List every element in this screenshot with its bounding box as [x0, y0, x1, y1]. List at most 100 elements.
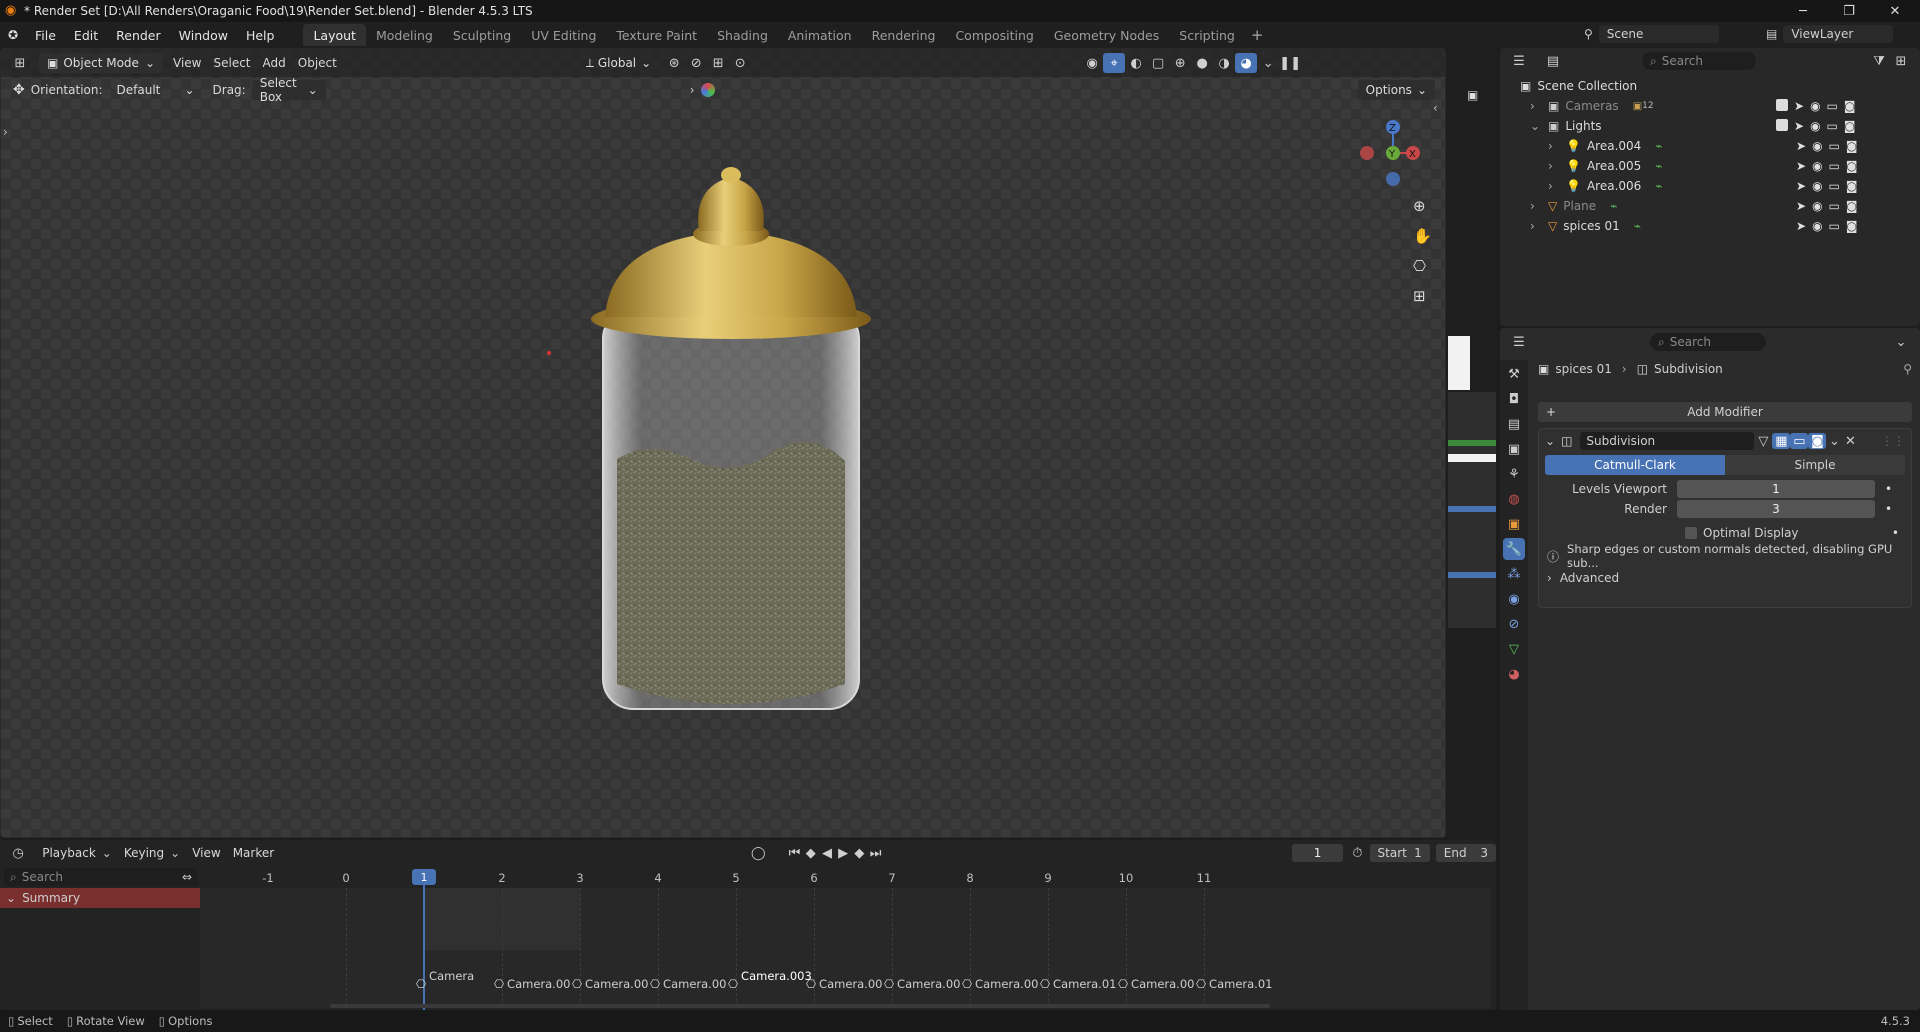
properties-search[interactable]: ⌕ Search: [1650, 333, 1766, 351]
overlay-toggle-icon[interactable]: ◐: [1125, 53, 1147, 73]
tab-animation[interactable]: Animation: [778, 24, 862, 46]
levels-viewport-field[interactable]: 1: [1677, 480, 1875, 498]
outliner-item-lights[interactable]: ⌄ ▣ Lights ➤ ◉ ▭ ◙: [1500, 116, 1920, 136]
select-arrow-icon[interactable]: ➤: [1796, 219, 1806, 233]
camera-marker[interactable]: ⎔ Camera.00: [962, 977, 1038, 991]
keyframe-dot-icon[interactable]: •: [1885, 482, 1892, 496]
tab-layout[interactable]: Layout: [303, 24, 366, 46]
outliner-item-area-004[interactable]: › 💡 Area.004 ⌁ ➤ ◉ ▭ ◙: [1500, 136, 1920, 156]
menu-help[interactable]: Help: [237, 22, 284, 48]
jump-start-icon[interactable]: ⏮: [786, 843, 802, 863]
scene-collection-row[interactable]: ▣ Scene Collection: [1500, 76, 1920, 96]
eye-icon[interactable]: ◉: [1810, 99, 1820, 113]
drag-handle-icon[interactable]: ⋮⋮: [1881, 434, 1905, 448]
start-frame-field[interactable]: Start 1: [1369, 844, 1430, 862]
advanced-section[interactable]: › Advanced: [1539, 567, 1911, 589]
on-cage-icon[interactable]: ▦: [1772, 433, 1791, 449]
timeline-menu-view[interactable]: View: [186, 846, 226, 860]
current-frame-field[interactable]: 1: [1291, 844, 1344, 862]
shading-options-icon[interactable]: ⌄: [1257, 53, 1279, 73]
camera-render-icon[interactable]: ◙: [1846, 159, 1858, 173]
material-tab-icon[interactable]: ◕: [1503, 663, 1525, 685]
image-editor-strip[interactable]: ▣: [1447, 48, 1497, 838]
edit-mode-icon[interactable]: ▽: [1754, 431, 1772, 451]
3d-viewport[interactable]: ⊞ ▣ Object Mode ⌄ View Select Add Object ⟂…: [0, 48, 1446, 838]
monitor-icon[interactable]: ▭: [1829, 219, 1840, 233]
maximize-button[interactable]: ❐: [1826, 0, 1872, 22]
particles-tab-icon[interactable]: ⁂: [1503, 563, 1525, 585]
editor-type-icon[interactable]: ☰: [1508, 51, 1530, 71]
select-arrow-icon[interactable]: ➤: [1796, 179, 1806, 193]
solid-shading-icon[interactable]: ●: [1191, 53, 1213, 73]
catmull-clark-option[interactable]: Catmull-Clark: [1545, 455, 1725, 475]
summary-channel[interactable]: ⌄ Summary: [0, 888, 200, 908]
expand-chevron-icon[interactable]: ›: [1548, 159, 1562, 173]
menu-render[interactable]: Render: [107, 22, 170, 48]
close-icon[interactable]: ✕: [1842, 431, 1858, 451]
outliner-item-plane[interactable]: › ▽ Plane ⌁ ➤ ◉ ▭ ◙: [1500, 196, 1920, 216]
scene-name[interactable]: Scene: [1598, 25, 1719, 43]
render-levels-field[interactable]: 3: [1677, 500, 1875, 518]
prev-keyframe-icon[interactable]: ◆: [803, 843, 819, 863]
render-view-icon[interactable]: ▣: [1467, 88, 1478, 102]
auto-key-icon[interactable]: ◯: [750, 843, 766, 863]
eye-icon[interactable]: ◉: [1810, 119, 1820, 133]
chevron-down-icon[interactable]: ⌄: [1826, 431, 1842, 451]
new-collection-icon[interactable]: ⊞: [1890, 51, 1912, 71]
add-workspace-icon[interactable]: +: [1251, 26, 1264, 44]
camera-marker[interactable]: ⎔ Camera.00: [806, 977, 882, 991]
expand-chevron-icon[interactable]: ›: [1530, 99, 1544, 113]
camera-marker[interactable]: ⎔ Camera.01: [1196, 977, 1272, 991]
proportional-edit-icon[interactable]: ⊙: [729, 53, 751, 73]
pause-render-icon[interactable]: ❚❚: [1279, 53, 1301, 73]
tab-uv-editing[interactable]: UV Editing: [521, 24, 606, 46]
camera-render-icon[interactable]: ◙: [1846, 199, 1858, 213]
transform-orientation-dropdown[interactable]: ⟂ Global ⌄: [578, 53, 659, 73]
jump-end-icon[interactable]: ⏭: [867, 843, 883, 863]
world-tab-icon[interactable]: ◍: [1503, 488, 1525, 510]
timeline-scrollbar[interactable]: [330, 1004, 1270, 1008]
physics-tab-icon[interactable]: ◉: [1503, 588, 1525, 610]
camera-render-icon[interactable]: ◙: [1846, 139, 1858, 153]
tab-geometry-nodes[interactable]: Geometry Nodes: [1044, 24, 1169, 46]
camera-marker[interactable]: ⎔ Camera.00: [884, 977, 960, 991]
gizmo-toggle-icon[interactable]: ⌖: [1103, 53, 1126, 73]
camera-marker[interactable]: ⎔Camera.003: [728, 969, 812, 991]
end-frame-field[interactable]: End 3: [1435, 844, 1496, 862]
display-mode-icon[interactable]: ▤: [1542, 51, 1564, 71]
chevron-right-icon[interactable]: ›: [690, 83, 695, 97]
object-menu[interactable]: Object: [292, 56, 343, 70]
expand-chevron-icon[interactable]: ›: [1548, 139, 1562, 153]
add-modifier-button[interactable]: + Add Modifier: [1538, 402, 1912, 422]
view-menu[interactable]: View: [167, 56, 207, 70]
timeline-menu-marker[interactable]: Marker: [227, 846, 280, 860]
camera-marker[interactable]: ⎔ Camera.01: [1040, 977, 1116, 991]
select-menu[interactable]: Select: [207, 56, 256, 70]
output-tab-icon[interactable]: ▤: [1503, 413, 1525, 435]
modifier-name-field[interactable]: Subdivision: [1580, 432, 1755, 450]
snap-target-icon[interactable]: ⊞: [707, 53, 729, 73]
sidebar-toggle-icon[interactable]: ‹: [1433, 101, 1438, 115]
outliner-item-area-005[interactable]: › 💡 Area.005 ⌁ ➤ ◉ ▭ ◙: [1500, 156, 1920, 176]
scene-selector[interactable]: ⚲ Scene: [1584, 25, 1719, 43]
tool-tab-icon[interactable]: ⚒: [1503, 363, 1525, 385]
monitor-icon[interactable]: ▭: [1829, 139, 1840, 153]
expand-chevron-icon[interactable]: ›: [1530, 219, 1544, 233]
minimize-button[interactable]: ─: [1780, 0, 1826, 22]
play-reverse-icon[interactable]: ◀: [819, 843, 835, 863]
menu-edit[interactable]: Edit: [65, 22, 107, 48]
eye-icon[interactable]: ◉: [1812, 159, 1822, 173]
timeline-search[interactable]: ⌕ Search ⇔: [4, 868, 198, 886]
tab-scripting[interactable]: Scripting: [1169, 24, 1245, 46]
select-arrow-icon[interactable]: ➤: [1794, 99, 1804, 113]
monitor-icon[interactable]: ▭: [1829, 199, 1840, 213]
xray-icon[interactable]: ▢: [1147, 53, 1169, 73]
navigation-gizmo[interactable]: Z X Y: [1347, 111, 1427, 201]
collection-checkbox[interactable]: [1776, 119, 1788, 131]
editor-type-icon[interactable]: ☰: [1508, 332, 1530, 352]
tab-shading[interactable]: Shading: [707, 24, 778, 46]
pin-icon[interactable]: ⚲: [1903, 362, 1912, 376]
camera-render-icon[interactable]: ◙: [1844, 99, 1856, 113]
optimal-display-checkbox[interactable]: [1685, 527, 1697, 539]
viewport-display-icon[interactable]: ▭: [1790, 433, 1809, 449]
